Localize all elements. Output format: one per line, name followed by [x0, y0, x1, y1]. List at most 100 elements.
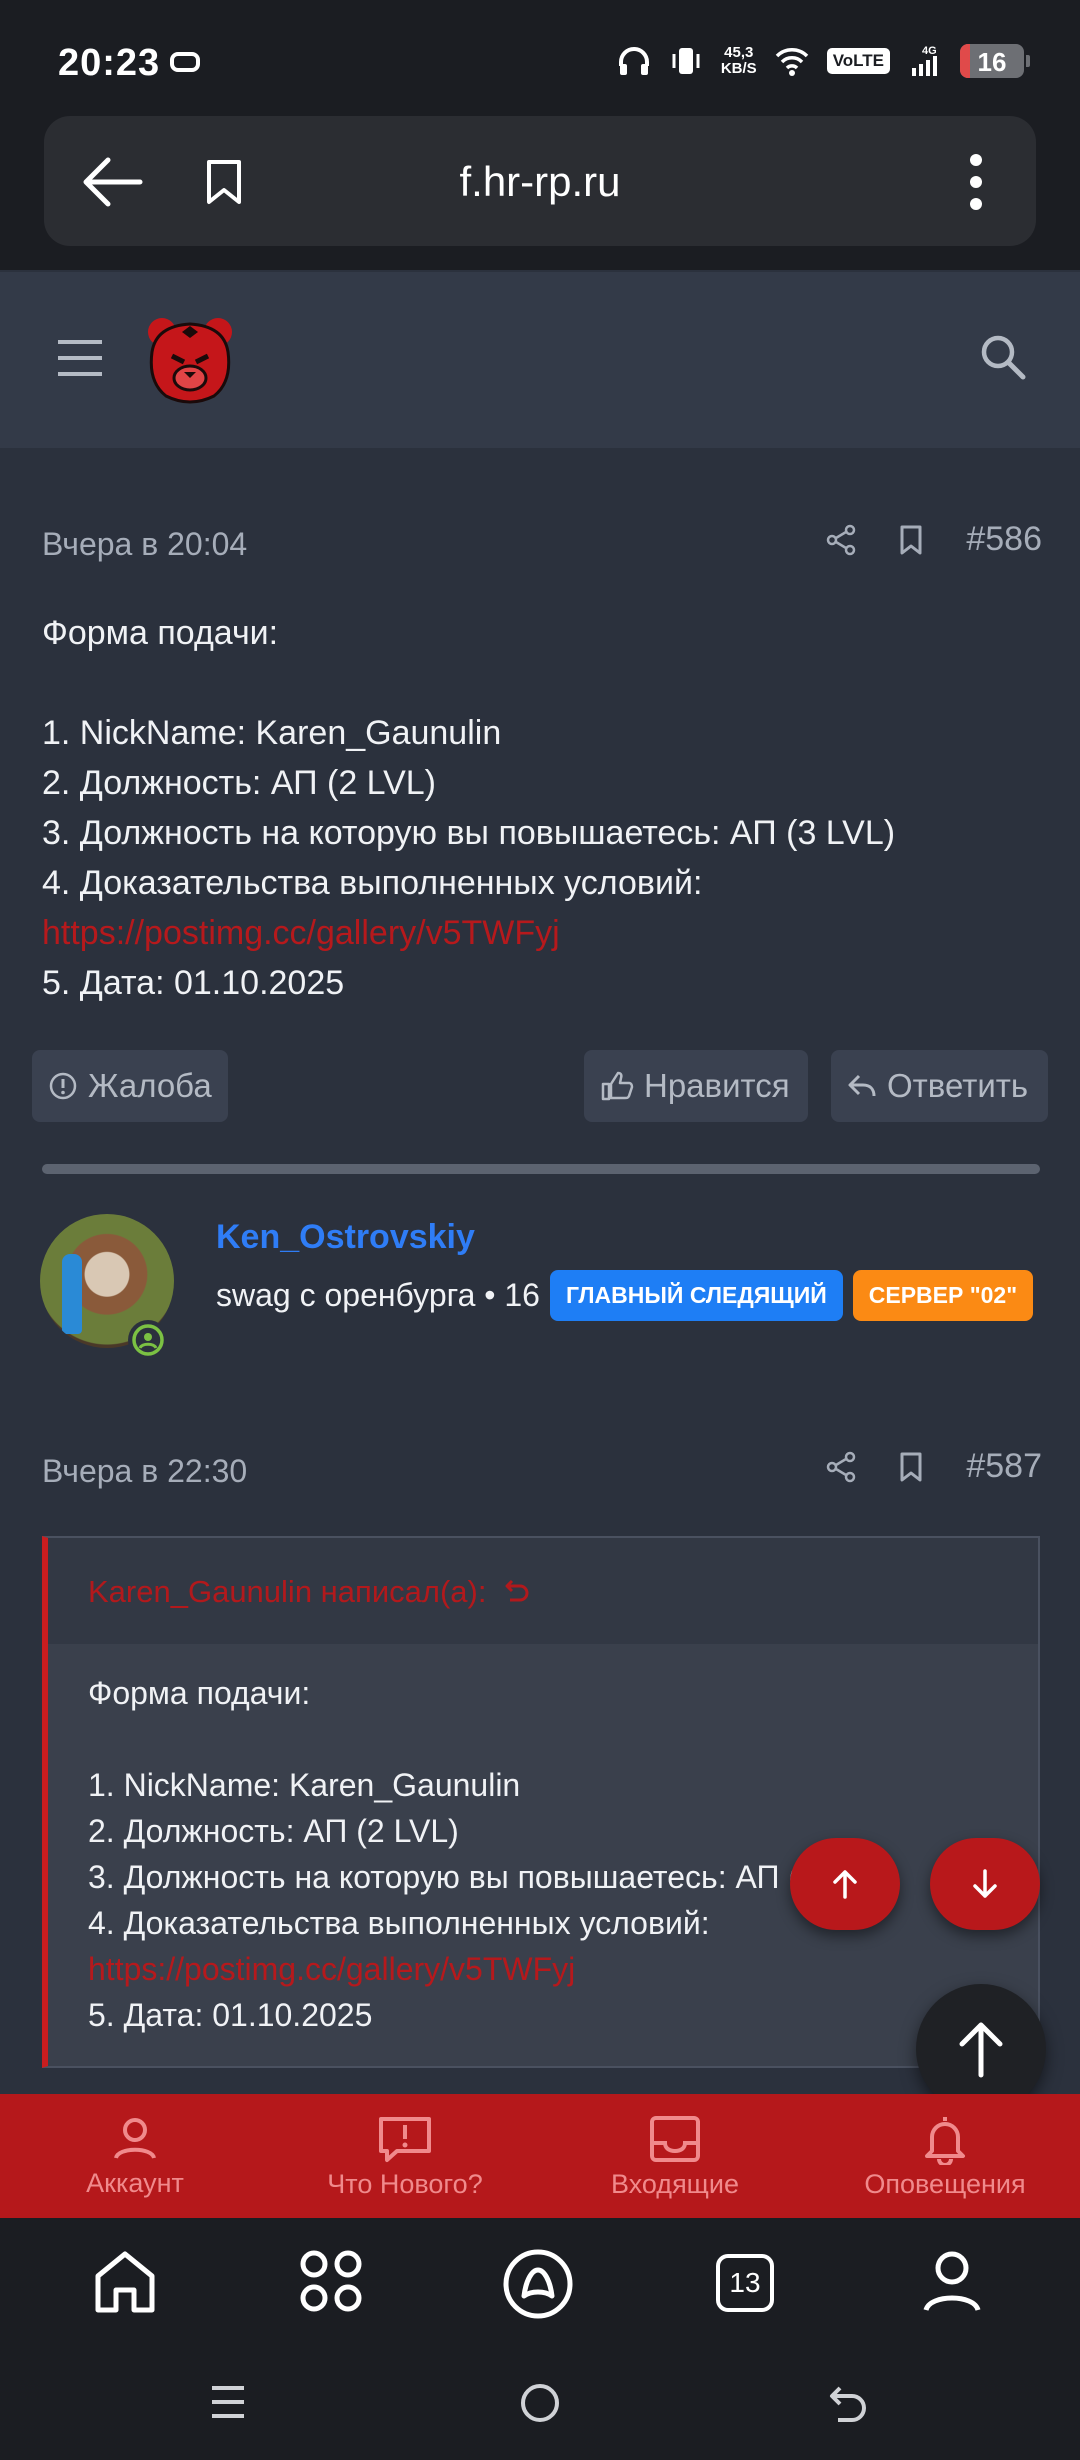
back-icon[interactable] — [826, 2382, 870, 2424]
network-speed: 45,3 KB/S — [720, 44, 757, 77]
reply-label: Ответить — [887, 1067, 1029, 1104]
forum-bottom-nav: Аккаунт Что Нового? Входящие Оповещения — [0, 2094, 1080, 2218]
status-bar: 20:23 45,3 KB/S VoLTE 4G 16 — [0, 0, 1080, 110]
status-time: 20:23 — [58, 42, 161, 84]
assistant-icon[interactable] — [502, 2248, 574, 2320]
post-meta: Вчера в 20:04 #586 — [42, 520, 1042, 570]
scroll-down-button[interactable] — [930, 1838, 1040, 1930]
nav-whats-new[interactable]: Что Нового? — [270, 2094, 540, 2218]
quote-line: 4. Доказательства выполненных условий: — [88, 1905, 710, 1941]
quote-header: Karen_Gaunulin написал(а): — [48, 1538, 1038, 1644]
nav-inbox[interactable]: Входящие — [540, 2094, 810, 2218]
post-actions: #587 — [826, 1447, 1042, 1486]
quote-block: Karen_Gaunulin написал(а): Форма подачи:… — [42, 1536, 1040, 2068]
search-icon[interactable] — [978, 332, 1028, 382]
comment-alert-icon — [379, 2116, 431, 2162]
alert-circle-icon — [49, 1072, 77, 1100]
user-icon — [114, 2117, 156, 2159]
role-badge: ГЛАВНЫЙ СЛЕДЯЩИЙ — [549, 1270, 843, 1321]
post-line: Форма подачи: — [42, 614, 279, 652]
headphones-icon — [618, 47, 649, 75]
quote-line: 3. Должность на которую вы повышаетесь: … — [88, 1859, 891, 1895]
server-badge: СЕРВЕР "02" — [852, 1270, 1034, 1321]
like-button[interactable]: Нравится — [584, 1050, 808, 1122]
report-button[interactable]: Жалоба — [32, 1050, 228, 1122]
gallery-link[interactable]: https://postimg.cc/gallery/v5TWFyj — [88, 1946, 891, 1992]
share-icon[interactable] — [826, 1451, 856, 1483]
post-bookmark-icon[interactable] — [898, 524, 924, 556]
more-vert-icon[interactable] — [968, 152, 984, 212]
arrow-up-icon — [959, 2022, 1003, 2078]
like-label: Нравится — [644, 1067, 790, 1104]
system-nav-bar — [0, 2354, 1080, 2460]
post-body: Форма подачи: 1. NickName: Karen_Gaunuli… — [42, 608, 1042, 1008]
address-bar[interactable]: f.hr-rp.ru — [44, 116, 1036, 246]
vibrate-icon — [672, 48, 700, 74]
post-number[interactable]: #586 — [966, 520, 1042, 559]
svg-text:4G: 4G — [922, 45, 937, 57]
nav-account-label: Аккаунт — [86, 2167, 184, 2198]
post-date[interactable]: Вчера в 20:04 — [42, 526, 247, 563]
bear-logo-icon[interactable] — [142, 312, 238, 408]
home-circle-icon[interactable] — [519, 2382, 561, 2424]
quote-author-label: Karen_Gaunulin написал(а): — [88, 1574, 487, 1609]
quote-blank-line — [88, 1716, 891, 1762]
quote-author[interactable]: Karen_Gaunulin написал(а): — [88, 1574, 530, 1610]
share-icon[interactable] — [826, 524, 856, 556]
quote-body: Форма подачи: 1. NickName: Karen_Gaunuli… — [88, 1670, 891, 2038]
post-bookmark-icon[interactable] — [898, 1451, 924, 1483]
bell-icon — [925, 2116, 965, 2165]
nav-inbox-label: Входящие — [610, 2168, 739, 2199]
thumbs-up-icon — [601, 1071, 634, 1101]
post-divider — [42, 1164, 1040, 1174]
post-line: 2. Должность: АП (2 LVL) — [42, 764, 436, 802]
quote-line: 5. Дата: 01.10.2025 — [88, 1997, 373, 2033]
tabs-count-button[interactable]: 13 — [716, 2254, 774, 2312]
post-actions: #586 — [826, 520, 1042, 559]
post-line: 5. Дата: 01.10.2025 — [42, 964, 345, 1002]
quote-line: 1. NickName: Karen_Gaunulin — [88, 1767, 521, 1803]
recents-icon[interactable] — [208, 2382, 248, 2422]
quote-line: Форма подачи: — [88, 1675, 311, 1711]
user-card: Ken_Ostrovskiy swag с оренбурга • 16 ГЛА… — [40, 1214, 1040, 1360]
home-icon[interactable] — [92, 2248, 158, 2316]
signal-4g-icon: 4G — [912, 45, 937, 76]
post-line: 4. Доказательства выполненных условий: — [42, 864, 703, 902]
post-line: 1. NickName: Karen_Gaunulin — [42, 714, 502, 752]
post-action-row: Жалоба Нравится Ответить — [32, 1050, 1048, 1122]
nav-account[interactable]: Аккаунт — [0, 2094, 270, 2218]
post-meta: Вчера в 22:30 #587 — [42, 1447, 1042, 1497]
volte-badge: VoLTE — [826, 48, 890, 74]
apps-grid-icon[interactable] — [298, 2248, 364, 2314]
url-text[interactable]: f.hr-rp.ru — [44, 158, 1036, 206]
hamburger-menu-icon[interactable] — [56, 338, 104, 378]
post-line: 3. Должность на которую вы повышаетесь: … — [42, 814, 896, 852]
username[interactable]: Ken_Ostrovskiy — [216, 1218, 475, 1257]
post-date[interactable]: Вчера в 22:30 — [42, 1453, 247, 1490]
profile-icon[interactable] — [922, 2248, 982, 2316]
scroll-up-button[interactable] — [790, 1838, 900, 1930]
gamepad-icon — [170, 52, 200, 72]
post-number[interactable]: #587 — [966, 1447, 1042, 1486]
go-to-post-icon[interactable] — [502, 1578, 530, 1606]
report-label: Жалоба — [88, 1067, 212, 1104]
nav-alerts[interactable]: Оповещения — [810, 2094, 1080, 2218]
nav-alerts-label: Оповещения — [864, 2168, 1026, 2199]
nav-whats-new-label: Что Нового? — [327, 2168, 483, 2199]
reply-button[interactable]: Ответить — [831, 1050, 1048, 1122]
wifi-icon — [775, 48, 808, 76]
battery-indicator: 16 — [960, 44, 1024, 78]
status-icons: 45,3 KB/S VoLTE 4G 16 — [617, 40, 1030, 82]
reply-arrow-icon — [848, 1074, 876, 1097]
user-title: swag с оренбурга • 16 — [216, 1277, 540, 1313]
gallery-link[interactable]: https://postimg.cc/gallery/v5TWFyj — [42, 908, 1042, 958]
arrow-down-icon — [973, 1869, 997, 1898]
online-status-icon — [128, 1320, 168, 1360]
browser-bottom-bar: 13 — [0, 2218, 1080, 2354]
arrow-up-icon — [833, 1870, 857, 1899]
user-subtitle: swag с оренбурга • 16 ГЛАВНЫЙ СЛЕДЯЩИЙ С… — [216, 1270, 1034, 1321]
post-blank-line — [42, 658, 1042, 708]
browser-toolbar: f.hr-rp.ru — [0, 110, 1080, 270]
forum-header — [0, 272, 1080, 448]
quote-line: 2. Должность: АП (2 LVL) — [88, 1813, 459, 1849]
